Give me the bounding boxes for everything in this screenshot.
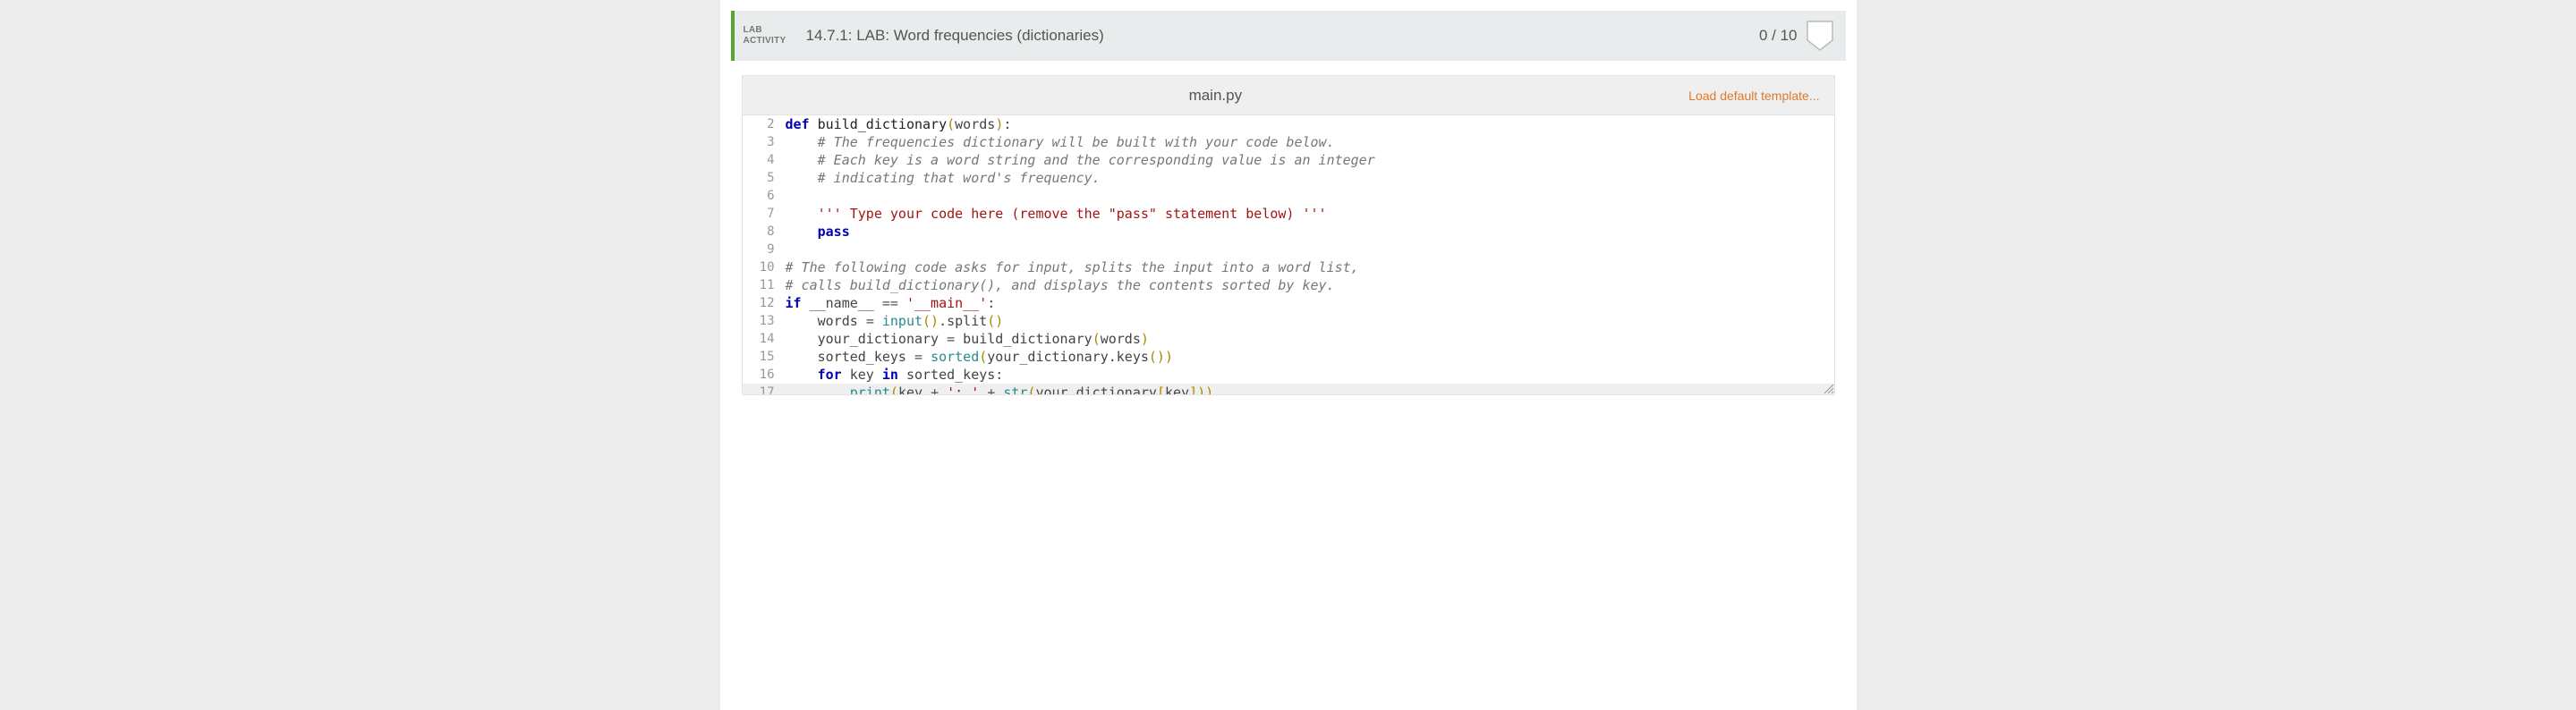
line-content[interactable]: # The frequencies dictionary will be bui… [782,133,1834,151]
code-line[interactable]: 7 ''' Type your code here (remove the "p… [743,205,1834,223]
line-number: 5 [743,169,782,187]
code-line[interactable]: 2def build_dictionary(words): [743,115,1834,133]
line-number: 17 [743,384,782,394]
code-line[interactable]: 4 # Each key is a word string and the co… [743,151,1834,169]
line-content[interactable]: sorted_keys = sorted(your_dictionary.key… [782,348,1834,366]
line-number: 10 [743,258,782,276]
line-content[interactable]: # Each key is a word string and the corr… [782,151,1834,169]
line-number: 14 [743,330,782,348]
line-number: 6 [743,187,782,205]
line-content[interactable]: your_dictionary = build_dictionary(words… [782,330,1834,348]
page-container: LAB ACTIVITY 14.7.1: LAB: Word frequenci… [720,0,1857,710]
line-number: 7 [743,205,782,223]
code-line[interactable]: 12if __name__ == '__main__': [743,294,1834,312]
line-number: 3 [743,133,782,151]
code-line[interactable]: 11# calls build_dictionary(), and displa… [743,276,1834,294]
resize-handle-icon[interactable] [1822,382,1834,394]
line-number: 4 [743,151,782,169]
code-area[interactable]: 2def build_dictionary(words):3 # The fre… [743,115,1834,394]
line-content[interactable]: def build_dictionary(words): [782,115,1834,133]
code-line[interactable]: 5 # indicating that word's frequency. [743,169,1834,187]
code-line[interactable]: 3 # The frequencies dictionary will be b… [743,133,1834,151]
file-bar: main.py Load default template... [743,76,1834,115]
code-line[interactable]: 8 pass [743,223,1834,241]
lab-activity-label: LAB ACTIVITY [744,25,799,46]
line-number: 15 [743,348,782,366]
load-default-template-link[interactable]: Load default template... [1688,89,1833,103]
code-line[interactable]: 10# The following code asks for input, s… [743,258,1834,276]
activity-title: 14.7.1: LAB: Word frequencies (dictionar… [799,27,1759,45]
line-content[interactable] [782,241,1834,258]
line-number: 12 [743,294,782,312]
line-content[interactable]: for key in sorted_keys: [782,366,1834,384]
line-content[interactable]: if __name__ == '__main__': [782,294,1834,312]
activity-header: LAB ACTIVITY 14.7.1: LAB: Word frequenci… [731,11,1846,61]
line-number: 13 [743,312,782,330]
line-number: 8 [743,223,782,241]
line-number: 11 [743,276,782,294]
code-line[interactable]: 16 for key in sorted_keys: [743,366,1834,384]
code-line[interactable]: 13 words = input().split() [743,312,1834,330]
line-content[interactable] [782,187,1834,205]
code-line[interactable]: 17 print(key + ': ' + str(your_dictionar… [743,384,1834,394]
line-content[interactable]: pass [782,223,1834,241]
code-line[interactable]: 9 [743,241,1834,258]
score-display: 0 / 10 [1759,27,1798,45]
lab-label-line2: ACTIVITY [744,36,786,46]
code-line[interactable]: 6 [743,187,1834,205]
code-line[interactable]: 15 sorted_keys = sorted(your_dictionary.… [743,348,1834,366]
line-content[interactable]: # calls build_dictionary(), and displays… [782,276,1834,294]
line-number: 2 [743,115,782,133]
lab-label-line1: LAB [744,25,762,35]
shield-icon [1807,21,1833,51]
line-number: 9 [743,241,782,258]
line-content[interactable]: words = input().split() [782,312,1834,330]
file-name: main.py [743,87,1689,105]
code-editor[interactable]: main.py Load default template... 2def bu… [742,75,1835,395]
line-content[interactable]: # indicating that word's frequency. [782,169,1834,187]
code-line[interactable]: 14 your_dictionary = build_dictionary(wo… [743,330,1834,348]
line-content[interactable]: print(key + ': ' + str(your_dictionary[k… [782,384,1834,394]
line-number: 16 [743,366,782,384]
line-content[interactable]: ''' Type your code here (remove the "pas… [782,205,1834,223]
activity-card: LAB ACTIVITY 14.7.1: LAB: Word frequenci… [731,11,1846,395]
line-content[interactable]: # The following code asks for input, spl… [782,258,1834,276]
